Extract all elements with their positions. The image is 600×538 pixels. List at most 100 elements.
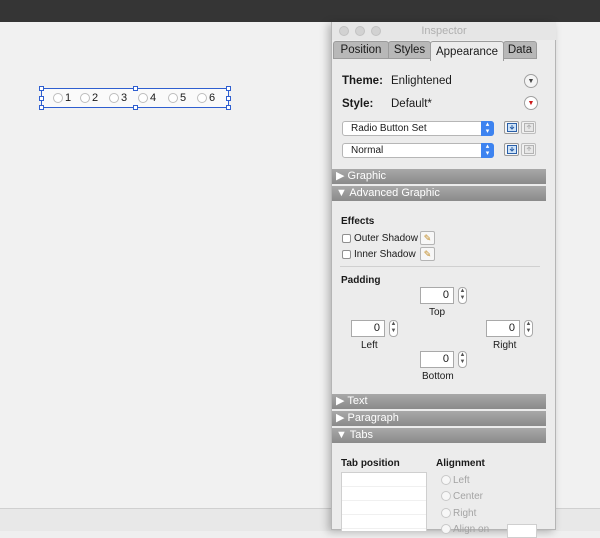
top-bar <box>0 0 600 22</box>
padding-right-field[interactable]: 0 <box>486 320 520 337</box>
inspector-tabs: Position Styles Appearance Data <box>333 41 555 61</box>
radio-item-1[interactable]: 1 <box>53 92 71 104</box>
theme-label: Theme: <box>342 75 383 87</box>
align-right-radio[interactable] <box>441 508 451 518</box>
resize-handle[interactable] <box>226 96 231 101</box>
inner-shadow-label: Inner Shadow <box>354 249 416 260</box>
radio-label: 1 <box>65 92 72 104</box>
save-style-icon[interactable] <box>504 121 519 134</box>
align-right-label: Right <box>453 508 477 519</box>
radio-circle[interactable] <box>197 93 207 103</box>
radio-item-5[interactable]: 5 <box>168 92 186 104</box>
radio-label: 4 <box>150 92 157 104</box>
section-paragraph-label: Paragraph <box>347 412 399 424</box>
resize-handle[interactable] <box>39 86 44 91</box>
radio-circle[interactable] <box>53 93 63 103</box>
resize-handle[interactable] <box>226 105 231 110</box>
radio-circle[interactable] <box>138 93 148 103</box>
align-left-radio[interactable] <box>441 475 451 485</box>
radio-item-6[interactable]: 6 <box>197 92 215 104</box>
resize-handle[interactable] <box>226 86 231 91</box>
radio-label: 2 <box>92 92 99 104</box>
inspector-window: Inspector Position Styles Appearance Dat… <box>331 22 556 538</box>
theme-value: Enlightened <box>391 75 452 87</box>
edit-inner-shadow-icon[interactable]: ✎ <box>420 247 435 261</box>
resize-handle[interactable] <box>39 105 44 110</box>
object-type-value: Radio Button Set <box>351 123 427 134</box>
radio-circle[interactable] <box>80 93 90 103</box>
section-graphic-label: Graphic <box>347 170 387 182</box>
tab-position[interactable]: Position <box>333 41 389 59</box>
window-title: Inspector <box>421 25 467 37</box>
disclosure-down-icon: ▼ <box>336 187 350 199</box>
style-menu-icon[interactable]: ▼ <box>524 96 538 110</box>
padding-top-field[interactable]: 0 <box>420 287 454 304</box>
resize-handle[interactable] <box>39 96 44 101</box>
tab-data[interactable]: Data <box>503 41 537 59</box>
padding-left-stepper[interactable]: ▲ ▼ <box>389 320 398 337</box>
radio-label: 6 <box>209 92 216 104</box>
inner-shadow-checkbox[interactable] <box>342 250 351 259</box>
padding-top-label: Top <box>429 307 446 318</box>
radio-label: 5 <box>180 92 187 104</box>
padding-left-field[interactable]: 0 <box>351 320 385 337</box>
padding-right-label: Right <box>493 340 517 351</box>
radio-circle[interactable] <box>109 93 119 103</box>
align-left-label: Left <box>453 475 470 486</box>
revert-style-icon[interactable] <box>521 121 536 134</box>
align-center-radio[interactable] <box>441 491 451 501</box>
section-tabs-label: Tabs <box>349 429 373 441</box>
section-text-label: Text <box>347 395 368 407</box>
state-value: Normal <box>351 145 384 156</box>
padding-bottom-field[interactable]: 0 <box>420 351 454 368</box>
align-on-character-field[interactable] <box>507 524 537 538</box>
align-on-radio[interactable] <box>441 524 451 534</box>
outer-shadow-label: Outer Shadow <box>354 233 418 244</box>
state-popup[interactable]: Normal ▴ ▾ <box>342 143 494 158</box>
section-paragraph[interactable]: ▶ Paragraph <box>332 411 546 426</box>
radio-button-set[interactable]: 1 2 3 4 5 6 <box>39 86 231 110</box>
outer-shadow-checkbox[interactable] <box>342 234 351 243</box>
padding-heading: Padding <box>341 275 381 286</box>
section-text[interactable]: ▶ Text <box>332 394 546 409</box>
section-graphic[interactable]: ▶ Graphic <box>332 169 546 184</box>
padding-top-stepper[interactable]: ▲ ▼ <box>458 287 467 304</box>
disclosure-right-icon: ▶ <box>336 412 348 424</box>
tab-styles[interactable]: Styles <box>388 41 431 59</box>
object-type-popup[interactable]: Radio Button Set ▴ ▾ <box>342 121 494 136</box>
radio-item-3[interactable]: 3 <box>109 92 127 104</box>
padding-bottom-stepper[interactable]: ▲ ▼ <box>458 351 467 368</box>
disclosure-right-icon: ▶ <box>336 395 348 407</box>
padding-right-stepper[interactable]: ▲ ▼ <box>524 320 533 337</box>
alignment-heading: Alignment <box>436 458 485 469</box>
radio-circle[interactable] <box>168 93 178 103</box>
radio-item-4[interactable]: 4 <box>138 92 156 104</box>
section-tabs[interactable]: ▼ Tabs <box>332 428 546 443</box>
popup-arrows-icon: ▴ ▾ <box>481 143 494 158</box>
tab-appearance[interactable]: Appearance <box>430 41 504 61</box>
list-item[interactable] <box>342 473 426 487</box>
inspector-titlebar[interactable]: Inspector <box>332 22 556 40</box>
popup-arrows-icon: ▴ ▾ <box>481 121 494 136</box>
theme-menu-icon[interactable]: ▼ <box>524 74 538 88</box>
divider <box>340 266 540 267</box>
save-state-icon[interactable] <box>504 143 519 156</box>
resize-handle[interactable] <box>133 86 138 91</box>
section-advanced-graphic-label: Advanced Graphic <box>349 187 440 199</box>
disclosure-down-icon: ▼ <box>336 429 350 441</box>
style-value: Default* <box>391 98 432 110</box>
radio-label: 3 <box>121 92 128 104</box>
revert-state-icon[interactable] <box>521 143 536 156</box>
padding-bottom-label: Bottom <box>422 371 454 382</box>
effects-heading: Effects <box>341 216 375 227</box>
list-item[interactable] <box>342 515 426 529</box>
disclosure-right-icon: ▶ <box>336 170 348 182</box>
radio-item-2[interactable]: 2 <box>80 92 98 104</box>
resize-handle[interactable] <box>133 105 138 110</box>
list-item[interactable] <box>342 501 426 515</box>
style-label: Style: <box>342 98 374 110</box>
list-item[interactable] <box>342 487 426 501</box>
section-advanced-graphic[interactable]: ▼ Advanced Graphic <box>332 186 546 201</box>
tab-position-list[interactable] <box>341 472 427 532</box>
edit-outer-shadow-icon[interactable]: ✎ <box>420 231 435 245</box>
